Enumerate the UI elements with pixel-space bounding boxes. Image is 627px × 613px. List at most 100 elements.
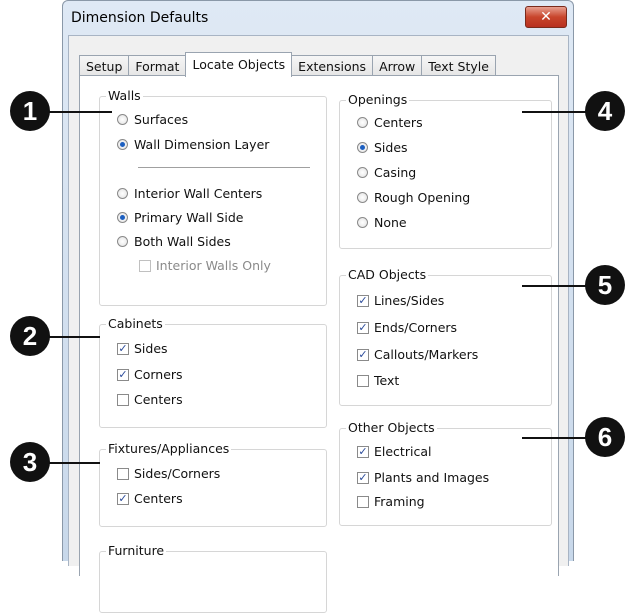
openings-rough-opening-radio[interactable]: Rough Opening bbox=[357, 190, 470, 205]
cabinets-group-title: Cabinets bbox=[106, 316, 165, 331]
checkbox-checked-icon: ✓ bbox=[117, 491, 129, 505]
cabinets-group: Cabinets ✓ Sides ✓ Corners Centers bbox=[99, 316, 327, 428]
callout-2-badge: 2 bbox=[10, 316, 50, 356]
openings-none-label: None bbox=[374, 215, 407, 230]
tab-setup[interactable]: Setup bbox=[79, 55, 130, 77]
checkbox-icon bbox=[357, 495, 369, 508]
tab-locate-objects[interactable]: Locate Objects bbox=[185, 52, 293, 77]
fixtures-centers-checkbox[interactable]: ✓ Centers bbox=[117, 491, 183, 506]
furniture-group-title: Furniture bbox=[106, 543, 167, 558]
surfaces-radio[interactable]: Surfaces bbox=[117, 112, 188, 127]
fixtures-appliances-group: Fixtures/Appliances Sides/Corners ✓ Cent… bbox=[99, 441, 327, 527]
checkbox-checked-icon: ✓ bbox=[357, 320, 369, 334]
openings-sides-label: Sides bbox=[374, 140, 408, 155]
cad-callouts-markers-checkbox[interactable]: ✓ Callouts/Markers bbox=[357, 347, 478, 362]
framing-label: Framing bbox=[374, 494, 425, 509]
walls-group: Walls Surfaces Wall Dimension Layer Inte… bbox=[99, 88, 327, 306]
tab-format[interactable]: Format bbox=[128, 55, 187, 77]
openings-centers-label: Centers bbox=[374, 115, 423, 130]
radio-icon bbox=[357, 167, 368, 178]
fixtures-sides-corners-label: Sides/Corners bbox=[134, 466, 221, 481]
dimension-defaults-dialog: Dimension Defaults ✕ Setup Format Locate… bbox=[62, 0, 574, 613]
walls-separator bbox=[138, 167, 310, 168]
electrical-label: Electrical bbox=[374, 444, 432, 459]
interior-wall-centers-label: Interior Wall Centers bbox=[134, 186, 263, 201]
callout-3-badge: 3 bbox=[10, 442, 50, 482]
cad-text-label: Text bbox=[374, 373, 400, 388]
radio-icon bbox=[117, 236, 128, 247]
callout-5-badge: 5 bbox=[585, 265, 625, 305]
tab-text-style[interactable]: Text Style bbox=[421, 55, 496, 77]
radio-selected-icon bbox=[357, 142, 368, 153]
checkbox-icon bbox=[139, 259, 151, 272]
wall-dimension-layer-label: Wall Dimension Layer bbox=[134, 137, 270, 152]
callout-1-badge: 1 bbox=[10, 91, 50, 131]
window-title: Dimension Defaults bbox=[71, 10, 209, 26]
tab-strip: Setup Format Locate Objects Extensions A… bbox=[79, 52, 496, 77]
cabinets-corners-label: Corners bbox=[134, 367, 183, 382]
radio-selected-icon bbox=[117, 139, 128, 150]
wall-dimension-layer-radio[interactable]: Wall Dimension Layer bbox=[117, 137, 269, 152]
fixtures-group-title: Fixtures/Appliances bbox=[106, 441, 232, 456]
other-objects-group: Other Objects ✓ Electrical ✓ Plants and … bbox=[339, 420, 552, 526]
checkbox-icon bbox=[117, 393, 129, 406]
interior-wall-centers-radio[interactable]: Interior Wall Centers bbox=[117, 186, 262, 201]
cabinets-sides-label: Sides bbox=[134, 341, 168, 356]
close-button[interactable]: ✕ bbox=[525, 6, 567, 28]
surfaces-label: Surfaces bbox=[134, 112, 189, 127]
openings-group: Openings Centers Sides Casing Rough Open… bbox=[339, 92, 552, 249]
radio-icon bbox=[117, 188, 128, 199]
checkbox-icon bbox=[117, 467, 129, 480]
tab-arrow[interactable]: Arrow bbox=[372, 55, 423, 77]
callout-4-badge: 4 bbox=[585, 91, 625, 131]
other-objects-group-title: Other Objects bbox=[346, 420, 437, 435]
electrical-checkbox[interactable]: ✓ Electrical bbox=[357, 444, 431, 459]
cad-objects-group-title: CAD Objects bbox=[346, 267, 429, 282]
checkbox-icon bbox=[357, 374, 369, 387]
cad-ends-corners-checkbox[interactable]: ✓ Ends/Corners bbox=[357, 320, 457, 335]
openings-centers-radio[interactable]: Centers bbox=[357, 115, 423, 130]
cad-lines-sides-checkbox[interactable]: ✓ Lines/Sides bbox=[357, 293, 444, 308]
checkbox-checked-icon: ✓ bbox=[357, 470, 369, 484]
radio-icon bbox=[357, 117, 368, 128]
cad-text-checkbox[interactable]: Text bbox=[357, 373, 399, 388]
openings-group-title: Openings bbox=[346, 92, 410, 107]
plants-images-label: Plants and Images bbox=[374, 470, 490, 485]
both-wall-sides-label: Both Wall Sides bbox=[134, 234, 231, 249]
dialog-client-area: Setup Format Locate Objects Extensions A… bbox=[68, 35, 569, 613]
cabinets-sides-checkbox[interactable]: ✓ Sides bbox=[117, 341, 168, 356]
radio-icon bbox=[357, 192, 368, 203]
fixtures-sides-corners-checkbox[interactable]: Sides/Corners bbox=[117, 466, 220, 481]
interior-walls-only-checkbox[interactable]: Interior Walls Only bbox=[139, 258, 271, 273]
interior-walls-only-label: Interior Walls Only bbox=[156, 258, 271, 273]
radio-selected-icon bbox=[117, 212, 128, 223]
locate-objects-panel: Walls Surfaces Wall Dimension Layer Inte… bbox=[79, 75, 559, 613]
checkbox-checked-icon: ✓ bbox=[117, 367, 129, 381]
radio-icon bbox=[117, 114, 128, 125]
close-icon: ✕ bbox=[540, 9, 552, 25]
tab-extensions[interactable]: Extensions bbox=[291, 55, 374, 77]
checkbox-checked-icon: ✓ bbox=[357, 293, 369, 307]
openings-none-radio[interactable]: None bbox=[357, 215, 407, 230]
both-wall-sides-radio[interactable]: Both Wall Sides bbox=[117, 234, 231, 249]
openings-casing-radio[interactable]: Casing bbox=[357, 165, 416, 180]
framing-checkbox[interactable]: Framing bbox=[357, 494, 425, 509]
callout-1-leader bbox=[40, 111, 112, 113]
primary-wall-side-label: Primary Wall Side bbox=[134, 210, 244, 225]
cad-callouts-markers-label: Callouts/Markers bbox=[374, 347, 479, 362]
furniture-group: Furniture bbox=[99, 543, 327, 613]
walls-group-title: Walls bbox=[106, 88, 143, 103]
callout-6-badge: 6 bbox=[585, 417, 625, 457]
cad-ends-corners-label: Ends/Corners bbox=[374, 320, 458, 335]
checkbox-checked-icon: ✓ bbox=[357, 444, 369, 458]
cabinets-centers-label: Centers bbox=[134, 392, 183, 407]
primary-wall-side-radio[interactable]: Primary Wall Side bbox=[117, 210, 243, 225]
plants-images-checkbox[interactable]: ✓ Plants and Images bbox=[357, 470, 489, 485]
cad-lines-sides-label: Lines/Sides bbox=[374, 293, 445, 308]
checkbox-checked-icon: ✓ bbox=[357, 347, 369, 361]
cabinets-centers-checkbox[interactable]: Centers bbox=[117, 392, 183, 407]
openings-sides-radio[interactable]: Sides bbox=[357, 140, 408, 155]
cabinets-corners-checkbox[interactable]: ✓ Corners bbox=[117, 367, 183, 382]
openings-rough-opening-label: Rough Opening bbox=[374, 190, 471, 205]
checkbox-checked-icon: ✓ bbox=[117, 341, 129, 355]
